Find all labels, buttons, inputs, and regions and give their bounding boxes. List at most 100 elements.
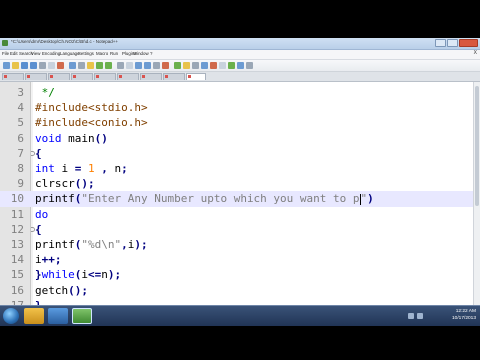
sync-scroll-icon[interactable] xyxy=(153,62,160,69)
record-macro-icon[interactable] xyxy=(228,62,235,69)
code-token: void xyxy=(35,131,62,145)
document-tab[interactable] xyxy=(140,73,162,80)
doc-map-icon[interactable] xyxy=(201,62,208,69)
code-line[interactable]: 3 */ xyxy=(0,85,480,100)
indent-guide-icon[interactable] xyxy=(183,62,190,69)
find-icon[interactable] xyxy=(117,62,124,69)
undo-icon[interactable] xyxy=(96,62,103,69)
code-line[interactable]: 5 #include<conio.h> xyxy=(0,115,480,130)
code-line[interactable]: 15}while(i<=n); xyxy=(0,267,480,282)
code-token: , xyxy=(121,238,128,251)
letterbox-bottom xyxy=(0,326,480,360)
network-icon[interactable] xyxy=(408,313,414,319)
save-all-icon[interactable] xyxy=(30,62,37,69)
close-icon[interactable] xyxy=(39,62,46,69)
file-status-icon xyxy=(4,75,7,78)
zoom-in-icon[interactable] xyxy=(135,62,142,69)
run-macro-icon[interactable] xyxy=(246,62,253,69)
code-text: printf("Enter Any Number upto which you … xyxy=(35,191,374,206)
close-document-icon[interactable]: X xyxy=(474,50,477,56)
document-tab[interactable] xyxy=(186,73,206,80)
code-line[interactable]: 13 printf("%d\n",i); xyxy=(0,237,480,252)
function-list-icon[interactable] xyxy=(210,62,217,69)
document-tab[interactable] xyxy=(25,73,47,80)
save-icon[interactable] xyxy=(21,62,28,69)
menu-item-encoding[interactable]: Encoding xyxy=(42,51,60,56)
file-status-icon xyxy=(50,75,53,78)
line-number: 12 xyxy=(10,222,24,236)
menu-item-help[interactable]: ? xyxy=(150,51,152,56)
vertical-scrollbar[interactable] xyxy=(473,82,480,316)
code-line[interactable]: 7{ xyxy=(0,146,480,161)
code-text: clrscr(); xyxy=(35,176,95,191)
code-line[interactable]: 8 int i = 1 , n; xyxy=(0,161,480,176)
code-token: int xyxy=(35,162,55,175)
code-token: "Enter Any Number upto which you want to… xyxy=(81,192,360,206)
code-editor[interactable]: 3 */4 #include<stdio.h> 5 #include<conio.h>… xyxy=(0,82,480,316)
code-token: , xyxy=(101,162,108,175)
code-token: <= xyxy=(88,268,102,282)
open-file-icon[interactable] xyxy=(12,62,19,69)
cut-icon[interactable] xyxy=(69,62,76,69)
title-bar[interactable]: *C:\Users\dmr\Desktop\Ch.NO2\C\BI\d.c - … xyxy=(0,38,480,50)
document-tab[interactable] xyxy=(2,73,24,80)
code-line[interactable]: 16 getch(); xyxy=(0,283,480,298)
word-wrap-icon[interactable] xyxy=(162,62,169,69)
redo-icon[interactable] xyxy=(105,62,112,69)
file-status-icon xyxy=(165,75,168,78)
code-line[interactable]: 4 #include<stdio.h> xyxy=(0,100,480,115)
menu-item-macro[interactable]: Macro xyxy=(96,51,108,56)
maximize-button[interactable] xyxy=(447,39,458,47)
document-tab[interactable] xyxy=(94,73,116,80)
minimize-button[interactable] xyxy=(435,39,446,47)
notepad-plus-plus-icon xyxy=(2,40,8,46)
close-all-icon[interactable] xyxy=(48,62,55,69)
browser-taskbar-icon[interactable] xyxy=(48,308,68,324)
toolbar xyxy=(0,60,480,72)
new-file-icon[interactable] xyxy=(3,62,10,69)
play-macro-icon[interactable] xyxy=(237,62,244,69)
close-button[interactable] xyxy=(459,39,478,47)
line-number: 7 xyxy=(17,146,24,160)
replace-icon[interactable] xyxy=(126,62,133,69)
code-line[interactable]: 12 { xyxy=(0,222,480,237)
zoom-out-icon[interactable] xyxy=(144,62,151,69)
code-token: (); xyxy=(68,283,88,297)
menu-item-file[interactable]: File xyxy=(2,51,9,56)
document-tab[interactable] xyxy=(163,73,185,80)
menu-item-edit[interactable]: Edit xyxy=(10,51,18,56)
code-line[interactable]: 10 printf("Enter Any Number upto which yo… xyxy=(0,191,480,207)
explorer-taskbar-icon[interactable] xyxy=(24,308,44,324)
menu-item-settings[interactable]: Settings xyxy=(78,51,94,56)
notepad-plus-plus-taskbar-icon[interactable] xyxy=(72,308,92,324)
start-button[interactable] xyxy=(3,308,19,324)
menu-bar: X File Edit Search View Encoding Language Sett… xyxy=(0,50,480,60)
copy-icon[interactable] xyxy=(78,62,85,69)
code-line[interactable]: 6 void main() xyxy=(0,131,480,146)
monitor-icon[interactable] xyxy=(219,62,226,69)
code-line[interactable]: 11 do xyxy=(0,207,480,222)
code-line[interactable]: 9 clrscr(); xyxy=(0,176,480,191)
line-number: 5 xyxy=(17,116,24,130)
line-number: 3 xyxy=(17,86,24,99)
paste-icon[interactable] xyxy=(87,62,94,69)
menu-item-window[interactable]: Window xyxy=(133,51,149,56)
document-tab[interactable] xyxy=(71,73,93,80)
show-all-chars-icon[interactable] xyxy=(174,62,181,69)
print-icon[interactable] xyxy=(57,62,64,69)
document-tab[interactable] xyxy=(48,73,70,80)
code-token: 1 xyxy=(81,162,102,175)
scrollbar-thumb[interactable] xyxy=(475,86,479,206)
menu-item-run[interactable]: Run xyxy=(110,51,118,56)
system-clock[interactable]: 12:22 AM 10/17/2013 xyxy=(452,309,476,322)
menu-item-language[interactable]: Language xyxy=(60,51,80,56)
code-token: (); xyxy=(74,177,95,191)
volume-icon[interactable] xyxy=(417,313,423,319)
code-line[interactable]: 14 i++; xyxy=(0,252,480,267)
document-tab[interactable] xyxy=(117,73,139,80)
code-token: printf xyxy=(35,238,75,251)
menu-item-view[interactable]: View xyxy=(31,51,40,56)
code-text: do xyxy=(35,207,48,222)
user-lang-icon[interactable] xyxy=(192,62,199,69)
file-status-icon xyxy=(27,75,30,78)
